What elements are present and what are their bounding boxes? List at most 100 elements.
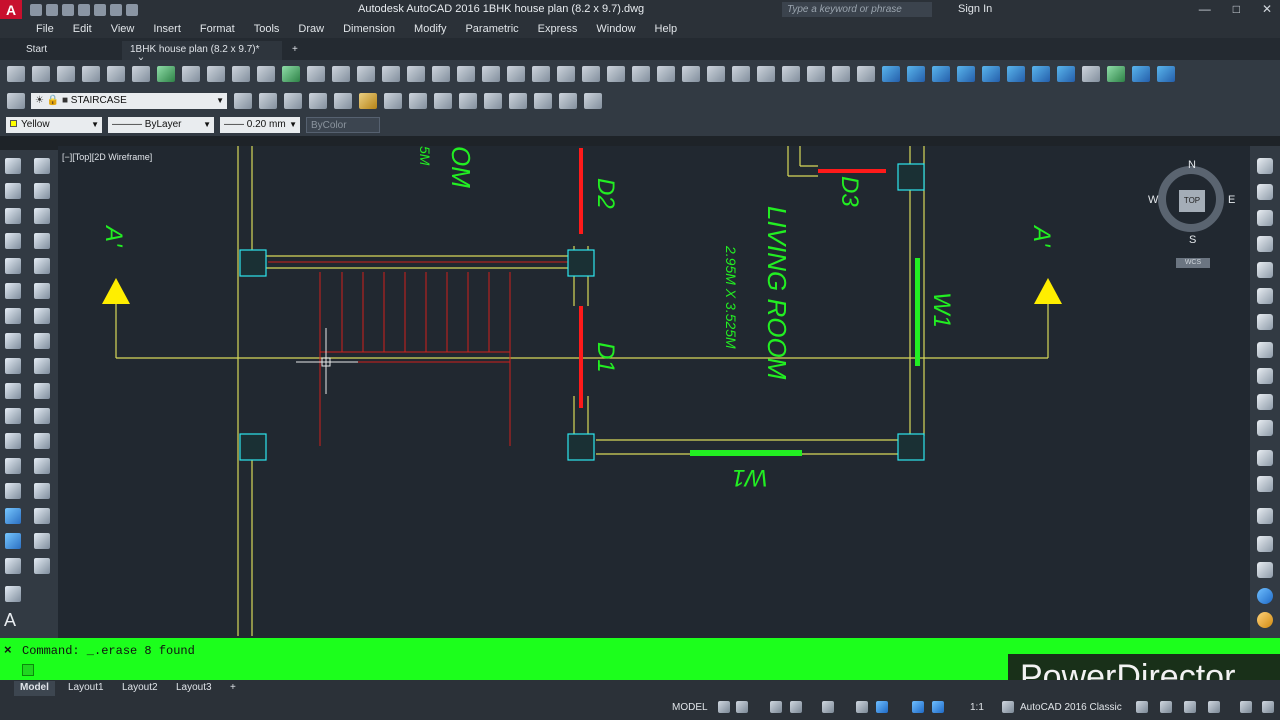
close-command-icon[interactable]: × <box>4 642 12 657</box>
menu-modify[interactable]: Modify <box>414 23 446 35</box>
nw-iso-icon[interactable] <box>1257 420 1273 436</box>
visual-style-sphere-icon[interactable] <box>1257 562 1273 578</box>
undo-icon[interactable] <box>110 3 122 16</box>
wedge-icon[interactable] <box>682 66 700 82</box>
3d-rotate-icon[interactable] <box>1107 66 1125 82</box>
help-icon[interactable] <box>607 66 625 82</box>
search-input[interactable]: Type a keyword or phrase <box>782 2 932 17</box>
cylinder-icon[interactable] <box>757 66 775 82</box>
bottom-view-icon[interactable] <box>1257 210 1273 226</box>
menu-format[interactable]: Format <box>200 23 235 35</box>
autocad-logo-icon[interactable]: A <box>0 0 22 19</box>
calculator-icon[interactable] <box>582 66 600 82</box>
isodraft-icon[interactable] <box>822 701 834 713</box>
minimize-icon[interactable]: — <box>1199 2 1211 16</box>
model-space-toggle[interactable]: MODEL <box>672 702 708 713</box>
qnew-icon[interactable] <box>7 66 25 82</box>
customization-icon[interactable] <box>1240 701 1252 713</box>
construction-line-icon[interactable] <box>5 183 21 199</box>
trim-icon[interactable] <box>34 383 50 399</box>
rotate-icon[interactable] <box>34 308 50 324</box>
wcs-menu[interactable]: WCS <box>1176 258 1210 268</box>
viewcube-top-face[interactable]: TOP <box>1179 190 1205 212</box>
materials-icon[interactable] <box>409 93 427 109</box>
menu-help[interactable]: Help <box>655 23 678 35</box>
tab-model[interactable]: Model <box>14 681 55 696</box>
publish-icon[interactable] <box>132 66 150 82</box>
object-snap-icon[interactable] <box>876 701 888 713</box>
visual-style-icon[interactable] <box>434 93 452 109</box>
zoom-window-icon[interactable] <box>407 66 425 82</box>
join-icon[interactable] <box>34 458 50 474</box>
menu-tools[interactable]: Tools <box>254 23 280 35</box>
save-icon[interactable] <box>57 66 75 82</box>
orbit-icon[interactable] <box>559 93 577 109</box>
back-view-icon[interactable] <box>1257 314 1273 330</box>
lineweight-dropdown[interactable]: —— 0.20 mm ▼ <box>220 117 300 133</box>
explode-icon[interactable] <box>34 558 50 574</box>
realistic-style-icon[interactable] <box>1257 588 1273 604</box>
close-icon[interactable]: ✕ <box>1262 2 1272 16</box>
walk-icon[interactable] <box>584 93 602 109</box>
zoom-previous-icon[interactable] <box>432 66 450 82</box>
menu-draw[interactable]: Draw <box>298 23 324 35</box>
plot-preview-icon[interactable] <box>107 66 125 82</box>
undo-icon[interactable] <box>307 66 325 82</box>
snap-icon[interactable] <box>736 701 748 713</box>
tab-start[interactable]: Start <box>18 41 55 60</box>
copy-object-icon[interactable] <box>34 183 50 199</box>
render-icon[interactable] <box>384 93 402 109</box>
layer-properties-icon[interactable] <box>7 93 25 109</box>
menu-parametric[interactable]: Parametric <box>465 23 518 35</box>
viewcube[interactable]: TOP N S E W WCS <box>1148 156 1236 268</box>
cone-icon[interactable] <box>707 66 725 82</box>
3d-align-icon[interactable] <box>1132 66 1150 82</box>
render-region-icon[interactable] <box>509 93 527 109</box>
plus-icon[interactable] <box>1136 701 1148 713</box>
object-snap-tracking-icon[interactable] <box>856 701 868 713</box>
design-center-icon[interactable] <box>482 66 500 82</box>
pyramid-icon[interactable] <box>807 66 825 82</box>
redo-icon[interactable] <box>332 66 350 82</box>
polysolid-icon[interactable] <box>632 66 650 82</box>
maximize-icon[interactable]: □ <box>1233 2 1240 16</box>
layer-dropdown[interactable]: ☀ 🔒 ■ STAIRCASE ▼ <box>31 93 227 109</box>
subtract-icon[interactable] <box>1032 66 1050 82</box>
tab-active-drawing[interactable]: 1BHK house plan (8.2 x 9.7)* × <box>122 41 282 66</box>
sphere-icon[interactable] <box>732 66 750 82</box>
layer-states-icon[interactable] <box>284 93 302 109</box>
open-icon[interactable] <box>32 66 50 82</box>
sw-iso-icon[interactable] <box>1257 342 1273 358</box>
make-block-icon[interactable] <box>5 458 21 474</box>
stretch-icon[interactable] <box>34 358 50 374</box>
circle-icon[interactable] <box>5 308 21 324</box>
menu-edit[interactable]: Edit <box>73 23 92 35</box>
rectangle-icon[interactable] <box>5 258 21 274</box>
arc-icon[interactable] <box>5 283 21 299</box>
ne-iso-icon[interactable] <box>1257 394 1273 410</box>
line-icon[interactable] <box>5 158 21 174</box>
linetype-dropdown[interactable]: ——— ByLayer ▼ <box>108 117 214 133</box>
save-icon[interactable] <box>62 3 74 16</box>
make-current-icon[interactable] <box>234 93 252 109</box>
revision-cloud-icon[interactable] <box>5 333 21 349</box>
menu-view[interactable]: View <box>111 23 135 35</box>
properties-icon[interactable] <box>457 66 475 82</box>
break-icon[interactable] <box>34 433 50 449</box>
polygon-icon[interactable] <box>5 233 21 249</box>
conceptual-style-icon[interactable] <box>1257 612 1273 628</box>
revolve-icon[interactable] <box>957 66 975 82</box>
sun-icon[interactable] <box>359 93 377 109</box>
print-icon[interactable] <box>94 3 106 16</box>
new-icon[interactable] <box>30 3 42 16</box>
array-icon[interactable] <box>34 258 50 274</box>
presspull-icon[interactable] <box>907 66 925 82</box>
publish-web-icon[interactable] <box>157 66 175 82</box>
cube-icon[interactable] <box>309 93 327 109</box>
planar-surface-icon[interactable] <box>857 66 875 82</box>
redo-icon[interactable] <box>126 3 138 16</box>
teapot-icon[interactable] <box>334 93 352 109</box>
loft-icon[interactable] <box>982 66 1000 82</box>
fillet-icon[interactable] <box>34 508 50 524</box>
hatch-icon[interactable] <box>5 508 21 524</box>
